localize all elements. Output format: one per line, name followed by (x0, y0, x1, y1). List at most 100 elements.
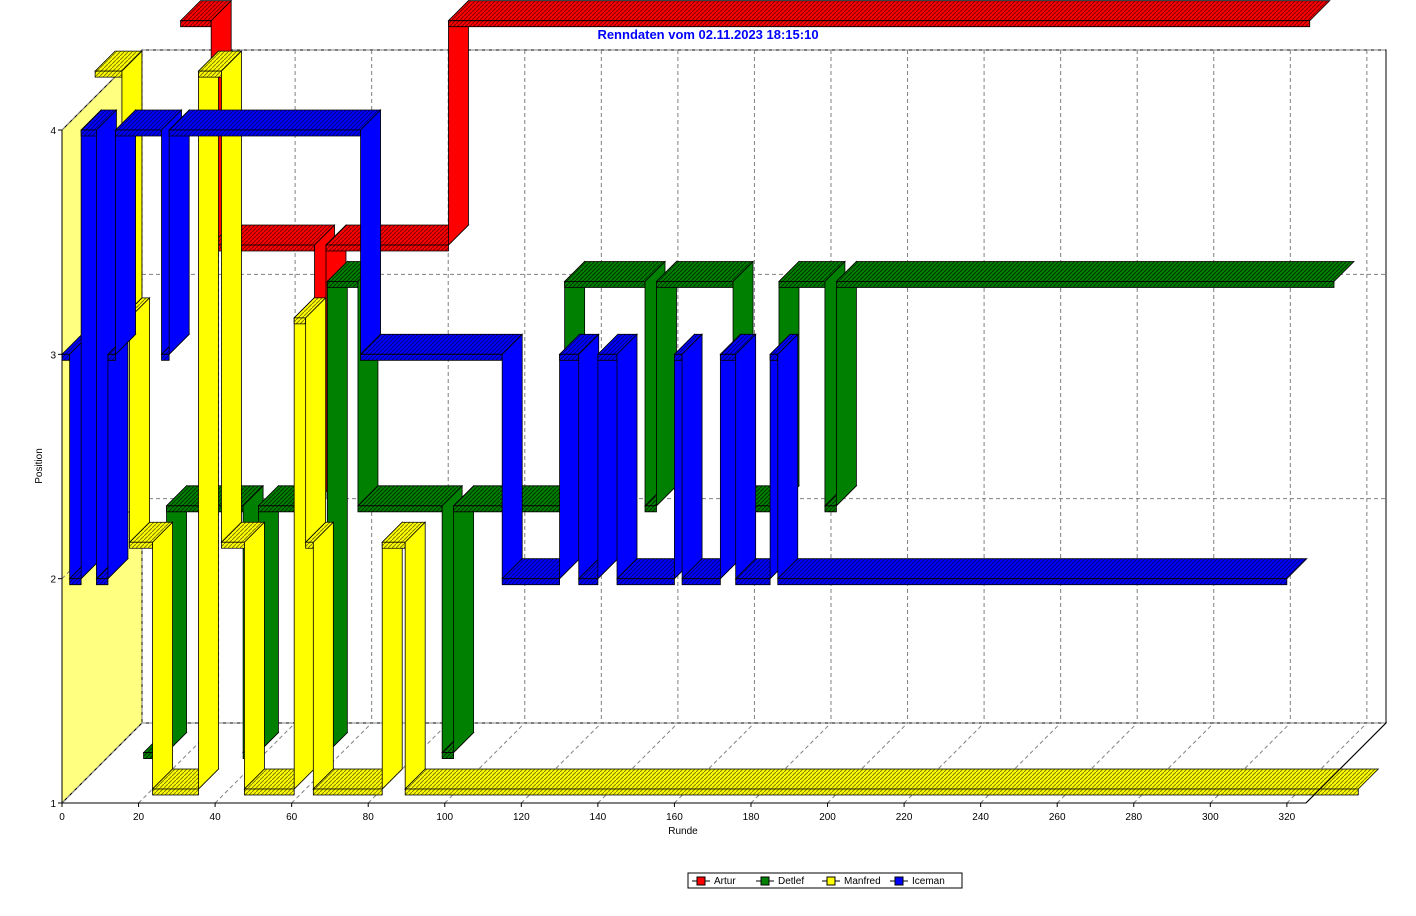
series-segment-front (719, 353, 737, 361)
series-segment-front (735, 578, 771, 586)
x-tick-label: 40 (210, 812, 222, 823)
series-segment-front (777, 578, 1288, 586)
series-segment-front (564, 281, 646, 288)
series-segment (448, 0, 469, 246)
legend-swatch (894, 876, 904, 886)
series-segment (447, 0, 1331, 22)
series-segment (168, 109, 190, 356)
series-segment (735, 333, 757, 580)
x-tick-label: 80 (363, 812, 375, 823)
series-segment-front (69, 578, 82, 586)
x-tick-label: 100 (436, 812, 453, 823)
x-tick-label: 0 (59, 812, 65, 823)
y-tick-label: 4 (50, 126, 56, 137)
x-tick-label: 60 (286, 812, 298, 823)
series-segment-front (129, 541, 153, 549)
series-segment-front (152, 788, 199, 796)
series-segment-front (107, 353, 116, 361)
x-tick-label: 220 (896, 812, 913, 823)
series-segment-front (578, 578, 599, 586)
series-segment-front (244, 788, 295, 796)
legend-item-detlef: Detlef (756, 876, 804, 887)
series-segment (681, 333, 703, 580)
series-segment-front (778, 281, 826, 288)
series-segment-front (836, 281, 1335, 288)
series-segment-front (357, 505, 443, 513)
series-segment (244, 521, 265, 790)
series-segment-front (326, 281, 359, 288)
series-segment (777, 333, 799, 580)
series-segment-front (501, 578, 560, 586)
series-segment (168, 109, 382, 131)
legend-item-artur: Artur (692, 876, 736, 887)
series-segment-front (61, 353, 71, 361)
series-segment (359, 333, 524, 355)
series-segment-front (221, 541, 245, 549)
series-segment-front (441, 752, 455, 759)
series-segment (578, 333, 600, 580)
y-tick-label: 3 (50, 350, 56, 361)
series-segment-front (656, 281, 734, 288)
x-tick-label: 320 (1279, 812, 1296, 823)
series-segment-front (448, 20, 1311, 28)
series-segment (404, 768, 1380, 790)
legend-label: Detlef (778, 876, 804, 887)
series-segment (360, 109, 381, 356)
legend-item-manfred: Manfred (822, 876, 881, 887)
legend-swatch (760, 876, 770, 886)
series-segment-front (559, 353, 580, 361)
series-segment-front (293, 317, 307, 325)
series-segment (115, 109, 136, 356)
series-segment-front (94, 70, 123, 78)
series-segment-front (312, 788, 383, 796)
series-segment (404, 521, 426, 790)
series-segment (381, 521, 403, 790)
y-tick-label: 1 (50, 799, 56, 810)
series-segment-front (198, 70, 222, 78)
series-segment (836, 260, 857, 507)
series-segment (453, 484, 475, 754)
series-segment-front (305, 541, 314, 549)
y-tick-label: 2 (50, 575, 56, 586)
series-segment (559, 333, 580, 580)
x-tick-label: 240 (972, 812, 989, 823)
legend-swatch (696, 876, 706, 886)
x-tick-label: 140 (590, 812, 607, 823)
x-tick-label: 160 (666, 812, 683, 823)
series-segment-front (180, 20, 212, 28)
series-segment-front (674, 353, 683, 361)
race-chart: Renndaten vom 02.11.2023 18:15:10 0 20 40 6… (34, 0, 1388, 889)
x-tick-label: 120 (513, 812, 530, 823)
series-segment (776, 558, 1308, 580)
series-segment-front (616, 578, 675, 586)
series-segment (597, 333, 619, 580)
series-segment-front (80, 129, 97, 137)
series-segment (835, 261, 1355, 282)
y-axis-label: Position (34, 448, 45, 484)
series-segment-front (360, 353, 503, 361)
series-segment (325, 224, 470, 246)
legend-item-iceman: Iceman (890, 876, 945, 887)
legend: Artur Detlef Manfred Iceman (687, 872, 963, 889)
x-tick-label: 200 (819, 812, 836, 823)
series-segment (312, 521, 334, 790)
legend-label: Iceman (912, 876, 945, 887)
legend-label: Artur (714, 876, 736, 887)
legend-swatch (826, 876, 836, 886)
series-segment-front (168, 129, 361, 137)
series-segment-front (96, 578, 109, 586)
series-segment-front (381, 541, 406, 549)
series-segment-front (161, 353, 170, 361)
series-segment-front (824, 505, 837, 513)
x-tick-label: 300 (1202, 812, 1219, 823)
chart-title: Renndaten vom 02.11.2023 18:15:10 (597, 27, 818, 42)
x-tick-label: 260 (1049, 812, 1066, 823)
legend-label: Manfred (844, 876, 881, 887)
series-segment (501, 333, 523, 580)
series-segment (305, 296, 327, 544)
series-segment-front (644, 505, 657, 513)
series-segment-front (115, 129, 162, 137)
series-segment (198, 50, 219, 790)
series-segment (107, 333, 129, 580)
series-segment-front (404, 788, 1359, 796)
